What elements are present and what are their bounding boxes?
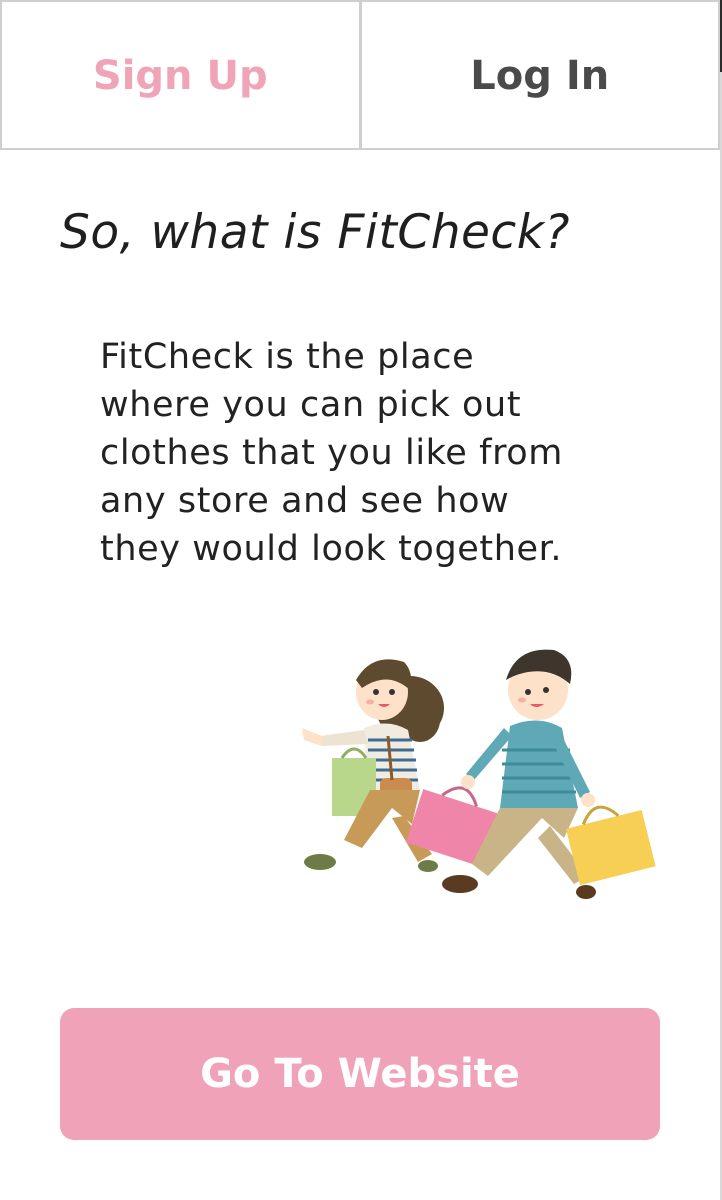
tab-sign-up-label: Sign Up [92, 53, 268, 99]
shopping-couple-illustration [292, 640, 662, 920]
tab-log-in-label: Log In [470, 53, 610, 99]
tab-log-in[interactable]: Log In [360, 0, 720, 150]
tab-sign-up[interactable]: Sign Up [0, 0, 361, 150]
description-text: FitCheck is the place where you can pick… [100, 337, 563, 569]
auth-tabs: Sign Up Log In [0, 0, 720, 150]
go-to-website-label: Go To Website [200, 1051, 520, 1097]
page-title: So, what is FitCheck? [60, 205, 570, 260]
go-to-website-button[interactable]: Go To Website [60, 1008, 660, 1140]
